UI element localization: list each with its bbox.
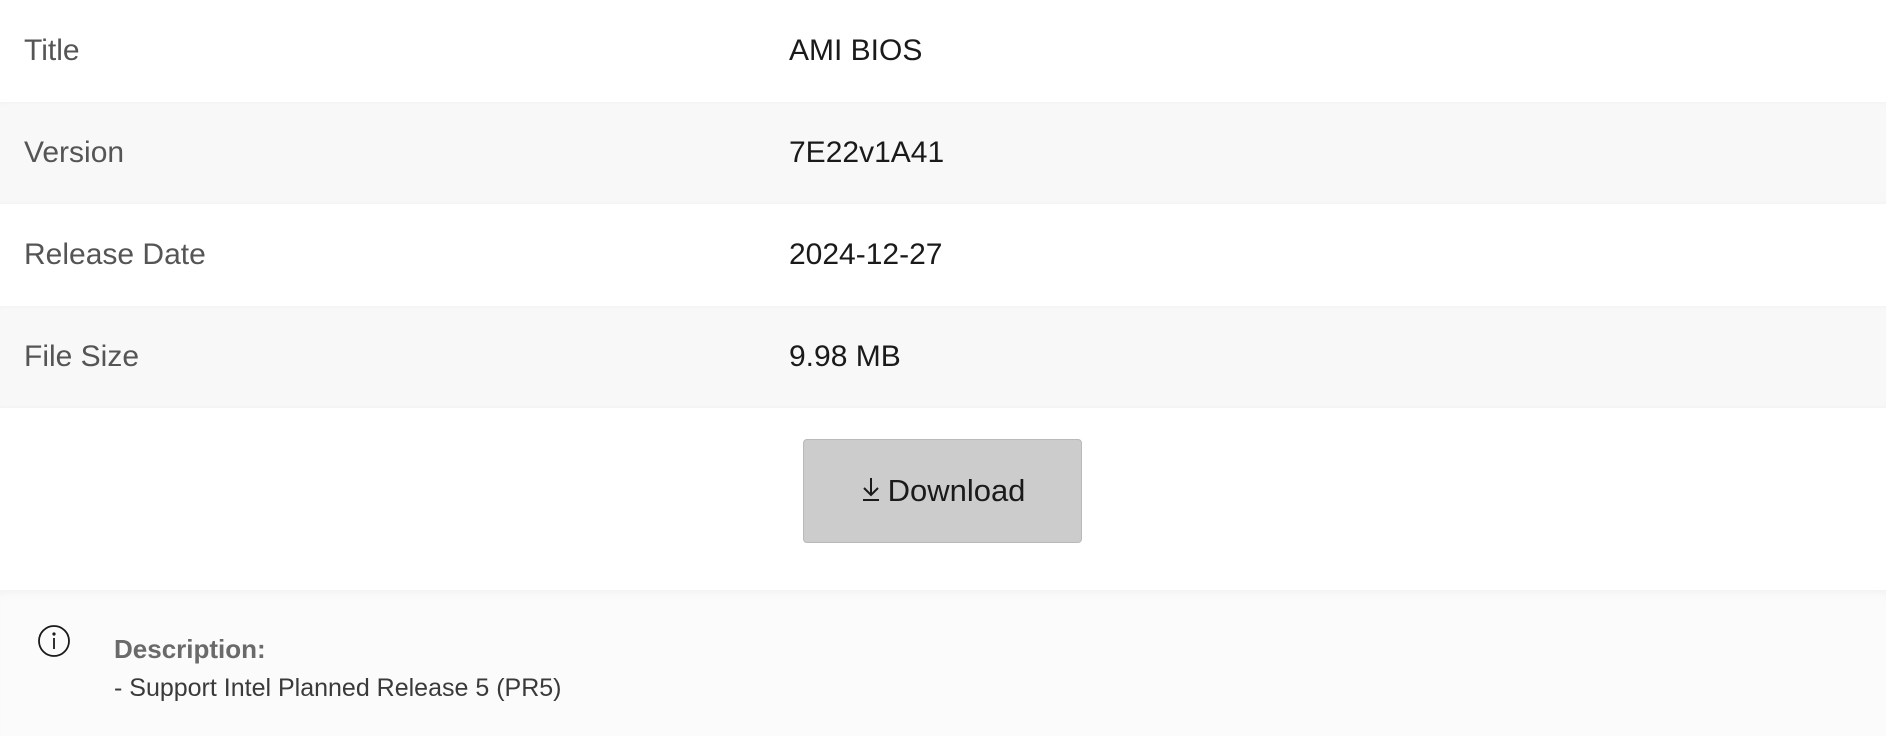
download-area: Download [0, 408, 1886, 584]
details-row-version: Version 7E22v1A41 [0, 102, 1886, 204]
description-heading: Description: [114, 634, 266, 664]
download-arrow-icon [862, 478, 879, 501]
row-label: Release Date [24, 238, 206, 271]
row-value: 2024-12-27 [789, 238, 943, 271]
bios-download-page: Title AMI BIOS Version 7E22v1A41 Release… [0, 0, 1886, 736]
details-row-release-date: Release Date 2024-12-27 [0, 204, 1886, 306]
row-label: Version [24, 136, 125, 169]
description-text: - Support Intel Planned Release 5 (PR5) [114, 674, 562, 702]
description-panel: Description: - Support Intel Planned Rel… [0, 590, 1886, 736]
details-row-title: Title AMI BIOS [0, 0, 1886, 102]
download-button[interactable]: Download [803, 439, 1082, 543]
details-row-file-size: File Size 9.98 MB [0, 306, 1886, 408]
info-icon [38, 625, 70, 657]
details-table: Title AMI BIOS Version 7E22v1A41 Release… [0, 0, 1886, 408]
row-value: 9.98 MB [789, 340, 901, 373]
download-button-label: Download [887, 473, 1026, 508]
row-value: AMI BIOS [789, 34, 923, 67]
row-label: File Size [24, 340, 140, 373]
row-label: Title [24, 34, 80, 67]
row-value: 7E22v1A41 [789, 136, 945, 169]
